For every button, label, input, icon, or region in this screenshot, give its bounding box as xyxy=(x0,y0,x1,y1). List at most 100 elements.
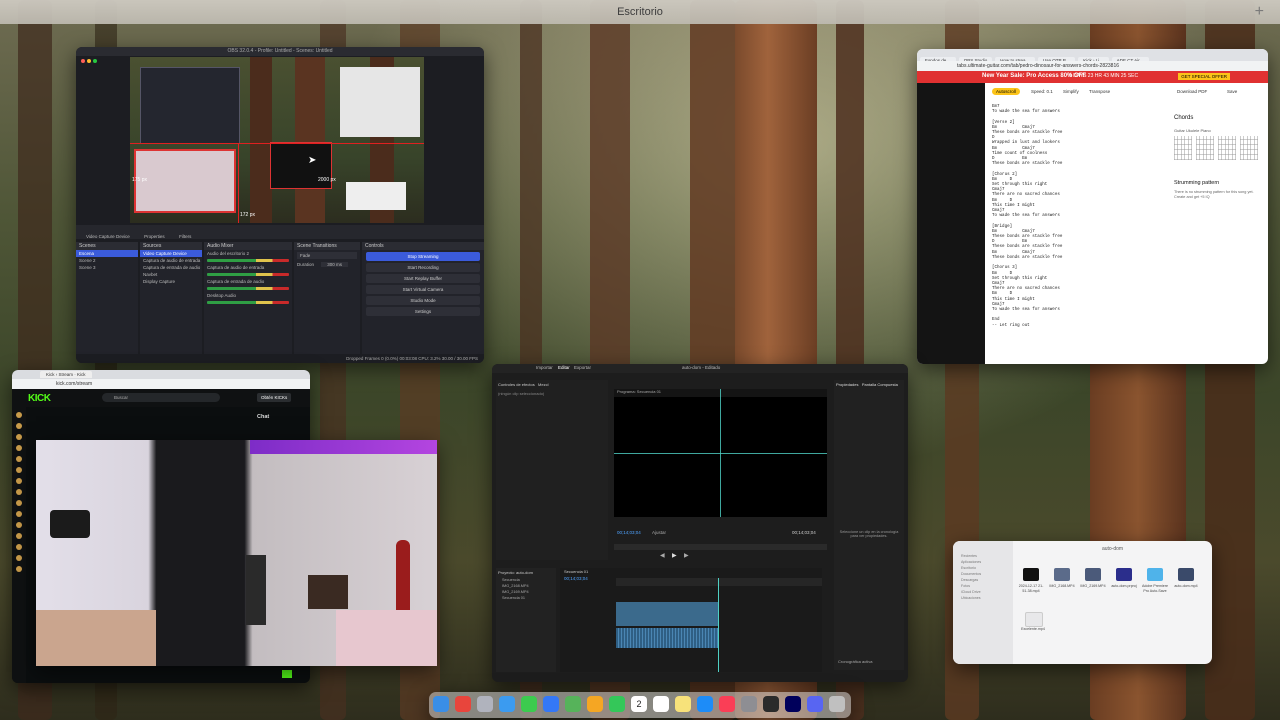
obs-titlebar[interactable]: OBS 32.0.4 - Profile: Untitled - Scenes:… xyxy=(76,47,484,63)
start-recording-button[interactable]: Start Recording xyxy=(366,263,480,272)
obs-preview-canvas[interactable]: 175 px 2000 px 172 px ➤ xyxy=(130,57,424,223)
launchpad-icon[interactable] xyxy=(477,696,493,712)
settings-button[interactable]: Settings xyxy=(366,307,480,316)
sidebar-item[interactable]: Ubicaciones xyxy=(953,595,1013,601)
export-tab[interactable]: Exportar xyxy=(574,365,591,370)
chords-browser-window[interactable]: Fondos de…OBS StudioHow to strea…Use OTP… xyxy=(917,49,1268,364)
source-item[interactable]: Video Capture Device xyxy=(140,250,202,257)
browser-tab[interactable]: Kick › Stream · Kick xyxy=(40,371,92,378)
get-kicks-button[interactable]: Obtén KICKs xyxy=(257,393,292,402)
scene-item[interactable]: Escena xyxy=(76,250,138,257)
timeline-ruler[interactable] xyxy=(616,578,822,586)
autoscroll-button[interactable]: Autoscroll xyxy=(992,88,1020,95)
properties-button[interactable]: Properties xyxy=(144,234,165,239)
chord-diagram[interactable] xyxy=(1196,136,1214,160)
source-item[interactable]: Captura de audio de entrada xyxy=(140,257,202,264)
mixer-tab[interactable]: Mezcl xyxy=(538,382,548,387)
url-text[interactable]: kick.com/stream xyxy=(56,381,92,387)
simplify-toggle[interactable]: Simplify xyxy=(1063,89,1079,94)
audio-clip[interactable] xyxy=(616,628,718,648)
step-forward-icon[interactable]: ▶ xyxy=(684,552,689,559)
volume-meter[interactable] xyxy=(207,259,289,262)
channel-avatar[interactable] xyxy=(16,412,22,418)
chat-send-button[interactable] xyxy=(282,670,292,678)
download-pdf-button[interactable]: Download PDF xyxy=(1177,89,1207,94)
properties-tab[interactable]: Propiedades xyxy=(836,382,858,387)
chord-diagram[interactable] xyxy=(1218,136,1236,160)
speed-control[interactable]: Speed: 0.1 xyxy=(1031,89,1053,94)
transpose-control[interactable]: Transpose xyxy=(1089,89,1110,94)
file-icon[interactable] xyxy=(1054,568,1070,581)
obs-icon[interactable] xyxy=(763,696,779,712)
app-store-icon[interactable] xyxy=(697,696,713,712)
stream-video-player[interactable] xyxy=(36,440,437,666)
volume-meter[interactable] xyxy=(207,287,289,290)
scene-item[interactable]: Scene 2 xyxy=(76,257,138,264)
volume-meter[interactable] xyxy=(207,273,289,276)
timeline-timecode[interactable]: 00;14;03;04 xyxy=(564,576,588,581)
filters-button[interactable]: Filters xyxy=(179,234,191,239)
transition-select[interactable]: Fade xyxy=(297,252,357,259)
calendar-icon[interactable]: 2 xyxy=(631,696,647,712)
stop-streaming-button[interactable]: Stop Streaming xyxy=(366,252,480,261)
premiere-window[interactable]: Importar Editar Exportar auto-dom - Edit… xyxy=(492,364,908,682)
notes-icon[interactable] xyxy=(675,696,691,712)
channel-avatar[interactable] xyxy=(16,500,22,506)
save-button[interactable]: Save xyxy=(1227,89,1237,94)
channel-avatar[interactable] xyxy=(16,511,22,517)
mail-icon[interactable] xyxy=(543,696,559,712)
obs-window[interactable]: OBS 32.0.4 - Profile: Untitled - Scenes:… xyxy=(76,47,484,363)
address-bar[interactable]: tabs.ultimate-guitar.com/tab/pedro-dinos… xyxy=(917,61,1268,71)
source-item[interactable]: Navbet xyxy=(140,271,202,278)
channel-avatar[interactable] xyxy=(16,533,22,539)
reminders-icon[interactable] xyxy=(653,696,669,712)
finder-window[interactable]: Recientes Aplicaciones Escritorio Docume… xyxy=(953,541,1212,664)
chord-diagram[interactable] xyxy=(1174,136,1192,160)
program-timecode[interactable]: 00;14;03;04 xyxy=(617,530,641,535)
duration-field[interactable]: 300 ms xyxy=(321,262,349,267)
channel-avatar[interactable] xyxy=(16,434,22,440)
edit-tab[interactable]: Editar xyxy=(558,365,570,370)
volume-meter[interactable] xyxy=(207,301,289,304)
file-icon[interactable] xyxy=(1178,568,1194,581)
finder-icon[interactable] xyxy=(433,696,449,712)
start-virtual-camera-button[interactable]: Start Virtual Camera xyxy=(366,285,480,294)
effect-controls-tab[interactable]: Controles de efectos xyxy=(498,382,535,387)
file-icon[interactable] xyxy=(1116,568,1132,581)
file-icon[interactable] xyxy=(1085,568,1101,581)
add-space-button[interactable]: + xyxy=(1255,3,1264,21)
preview-source-camera[interactable] xyxy=(134,149,236,213)
preview-source-window[interactable] xyxy=(346,182,406,210)
maps-icon[interactable] xyxy=(565,696,581,712)
play-icon[interactable]: ▶ xyxy=(672,552,677,559)
channel-avatar[interactable] xyxy=(16,566,22,572)
file-icon[interactable] xyxy=(1023,568,1039,581)
instrument-tabs[interactable]: Guitar Ukulele Piano xyxy=(1174,128,1211,133)
composite-tab[interactable]: Pantalla Compuesta xyxy=(862,382,898,387)
search-input[interactable]: Buscar xyxy=(102,393,220,402)
channel-avatar[interactable] xyxy=(16,478,22,484)
file-icon[interactable] xyxy=(1025,612,1043,627)
messages-icon[interactable] xyxy=(521,696,537,712)
channel-avatar[interactable] xyxy=(16,544,22,550)
channel-avatar[interactable] xyxy=(16,423,22,429)
address-bar[interactable]: kick.com/stream xyxy=(12,379,310,389)
start-replay-buffer-button[interactable]: Start Replay Buffer xyxy=(366,274,480,283)
url-text[interactable]: tabs.ultimate-guitar.com/tab/pedro-dinos… xyxy=(957,63,1119,69)
photos-icon[interactable] xyxy=(587,696,603,712)
special-offer-button[interactable]: GET SPECIAL OFFER xyxy=(1178,73,1230,80)
preview-source-document[interactable] xyxy=(340,67,420,137)
discord-icon[interactable] xyxy=(807,696,823,712)
channel-avatar[interactable] xyxy=(16,555,22,561)
chrome-icon[interactable] xyxy=(455,696,471,712)
monitor-scrubber[interactable] xyxy=(614,544,827,550)
source-item[interactable]: Captura de entrada de audio xyxy=(140,264,202,271)
file-icon[interactable] xyxy=(1147,568,1163,581)
premiere-icon[interactable] xyxy=(785,696,801,712)
chord-diagram[interactable] xyxy=(1240,136,1258,160)
scene-item[interactable]: Scene 3 xyxy=(76,264,138,271)
source-item[interactable]: Display Capture xyxy=(140,278,202,285)
preview-source-screen[interactable] xyxy=(140,67,240,144)
channel-avatar[interactable] xyxy=(16,456,22,462)
space-label[interactable]: Escritorio xyxy=(0,6,1280,18)
